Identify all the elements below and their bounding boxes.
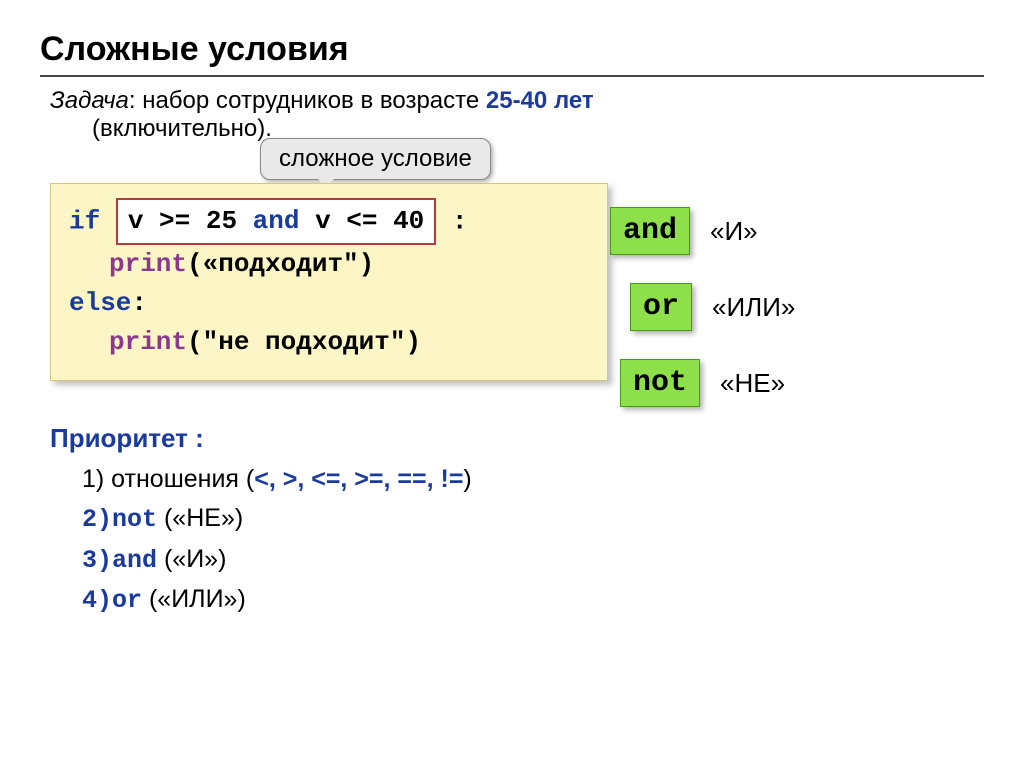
code-block: if v >= 25 and v <= 40 : print(«подходит… — [50, 183, 608, 381]
p1-post: ) — [463, 465, 471, 493]
print1-args: («подходит") — [187, 249, 374, 279]
task-highlight: 25-40 лет — [486, 87, 594, 114]
priority-list: 1) отношения (<, >, <=, >=, ==, !=) 2)no… — [82, 460, 984, 621]
p1-ops: <, >, <=, >=, ==, != — [254, 465, 463, 493]
priority-section: Приоритет : 1) отношения (<, >, <=, >=, … — [50, 423, 984, 621]
op-row-and: and «И» — [610, 207, 1010, 255]
print1-fn: print — [109, 249, 187, 279]
task-label: Задача — [50, 87, 129, 114]
priority-item-4: 4)or («ИЛИ») — [82, 580, 984, 621]
badge-or: or — [630, 283, 692, 331]
cond-and: and — [253, 206, 300, 236]
p3-kw: and — [112, 546, 157, 575]
task-body: : набор сотрудников в возрасте — [129, 87, 486, 114]
op-row-or: or «ИЛИ» — [630, 283, 1010, 331]
priority-item-1: 1) отношения (<, >, <=, >=, ==, !=) — [82, 460, 984, 499]
print2-fn: print — [109, 327, 187, 357]
p3-num: 3) — [82, 546, 112, 575]
print2-args: ("не подходит") — [187, 327, 421, 357]
cond-part1: v >= 25 — [128, 206, 253, 236]
p1-pre: 1) отношения ( — [82, 465, 254, 493]
operator-column: and «И» or «ИЛИ» not «НЕ» — [610, 207, 1010, 435]
p2-num: 2) — [82, 505, 112, 534]
colon: : — [436, 206, 467, 236]
condition-box: v >= 25 and v <= 40 — [116, 198, 436, 245]
cond-part2: v <= 40 — [299, 206, 424, 236]
page-title: Сложные условия — [40, 30, 984, 69]
badge-and: and — [610, 207, 690, 255]
desc-and: «И» — [710, 216, 758, 247]
p2-kw: not — [112, 505, 157, 534]
p2-desc: («НЕ») — [164, 504, 243, 532]
callout-label: сложное условие — [260, 138, 491, 180]
desc-or: «ИЛИ» — [712, 292, 795, 323]
priority-item-2: 2)not («НЕ») — [82, 499, 984, 540]
task-sub: (включительно). — [92, 115, 984, 143]
p3-desc: («И») — [164, 545, 226, 573]
kw-if: if — [69, 206, 100, 236]
p4-desc: («ИЛИ») — [149, 585, 246, 613]
kw-else: else — [69, 288, 131, 318]
op-row-not: not «НЕ» — [620, 359, 1010, 407]
divider — [40, 75, 984, 77]
else-colon: : — [131, 288, 147, 318]
desc-not: «НЕ» — [720, 368, 785, 399]
badge-not: not — [620, 359, 700, 407]
priority-item-3: 3)and («И») — [82, 540, 984, 581]
p4-kw: or — [112, 586, 142, 615]
p4-num: 4) — [82, 586, 112, 615]
task-text: Задача: набор сотрудников в возрасте 25-… — [50, 87, 984, 143]
